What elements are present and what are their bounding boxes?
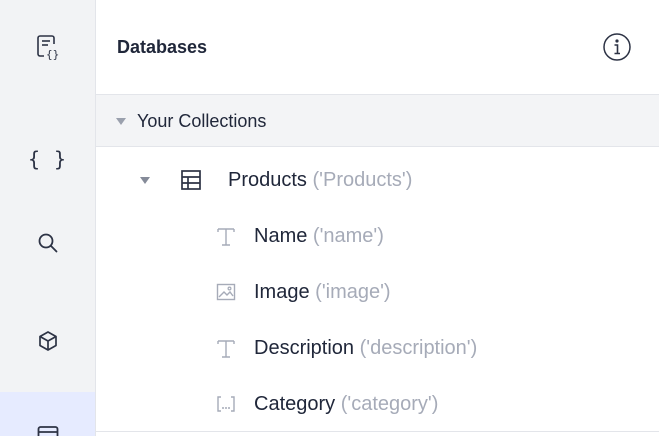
field-key: ('description') xyxy=(359,337,478,359)
database-icon xyxy=(37,426,58,436)
collection-name: Products xyxy=(228,169,307,191)
panel-title: Databases xyxy=(117,37,208,57)
field-name: Category xyxy=(254,393,336,415)
field-row-category[interactable]: Category ('category') xyxy=(96,376,659,432)
field-key: ('image') xyxy=(315,281,391,303)
section-label: Your Collections xyxy=(137,111,267,131)
side-rail: {} { } xyxy=(0,0,96,436)
section-your-collections[interactable]: Your Collections xyxy=(96,95,659,147)
field-name: Description xyxy=(254,337,355,359)
info-icon[interactable] xyxy=(602,32,632,62)
chevron-down-icon xyxy=(116,118,126,125)
data-page-icon: {} xyxy=(36,35,59,60)
collection-label: Products ('Products') xyxy=(228,169,412,192)
field-row-name[interactable]: Name ('name') xyxy=(96,208,659,264)
search-icon xyxy=(38,233,57,253)
text-type-icon xyxy=(217,228,235,246)
table-icon xyxy=(181,170,201,190)
field-key: ('category') xyxy=(340,393,439,415)
search-button[interactable] xyxy=(0,215,95,271)
field-name: Name xyxy=(254,225,308,247)
field-label: Description ('description') xyxy=(254,337,477,360)
collection-row-products[interactable]: Products ('Products') xyxy=(96,152,659,208)
field-row-image[interactable]: Image ('image') xyxy=(96,264,659,320)
package-icon xyxy=(38,331,57,351)
field-label: Name ('name') xyxy=(254,225,384,248)
collection-key: ('Products') xyxy=(312,169,413,191)
field-name: Image xyxy=(254,281,310,303)
divider xyxy=(96,431,659,432)
chevron-down-icon xyxy=(140,177,150,184)
image-type-icon xyxy=(216,283,236,301)
svg-text:{}: {} xyxy=(46,48,59,60)
packages-button[interactable] xyxy=(0,313,95,369)
databases-button[interactable] xyxy=(0,392,95,436)
field-label: Category ('category') xyxy=(254,393,438,416)
tags-type-icon xyxy=(217,396,235,412)
databases-panel: Databases Your Collections Products ('Pr… xyxy=(96,0,659,436)
field-row-description[interactable]: Description ('description') xyxy=(96,320,659,376)
field-label: Image ('image') xyxy=(254,281,391,304)
code-braces-icon: { } xyxy=(27,147,68,171)
panel-header: Databases xyxy=(96,0,659,95)
page-code-button[interactable]: {} xyxy=(0,19,95,75)
text-type-icon xyxy=(217,340,235,358)
code-button[interactable]: { } xyxy=(0,131,95,187)
field-key: ('name') xyxy=(312,225,384,247)
